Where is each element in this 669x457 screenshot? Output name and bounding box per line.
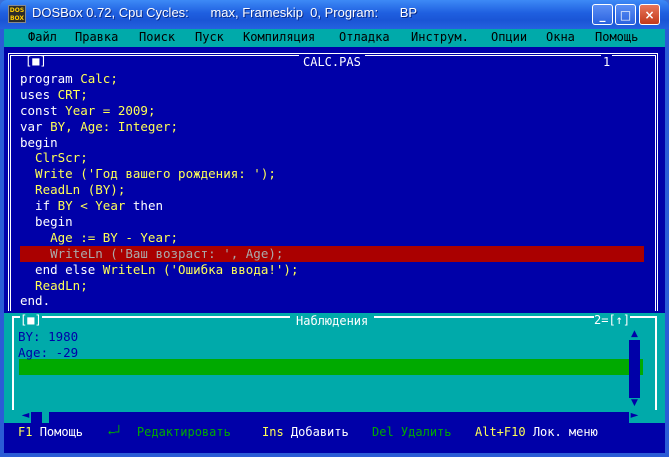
code-line[interactable]: var BY, Age: Integer; <box>20 119 650 135</box>
code-line[interactable]: ClrScr; <box>20 150 650 166</box>
code-line[interactable]: ReadLn; <box>20 278 650 294</box>
dosbox-app-icon[interactable]: DOS BOX <box>8 5 26 23</box>
menu-window[interactable]: Окна <box>546 30 575 44</box>
dos-screen: Файл Правка Поиск Пуск Компиляция Отладк… <box>4 29 665 453</box>
minimize-button[interactable]: _ <box>592 4 613 25</box>
watch-list[interactable]: BY: 1980 Age: -29 <box>12 329 642 361</box>
watches-close-box[interactable]: [■] <box>20 313 42 327</box>
editor-filename: CALC.PAS <box>299 55 365 69</box>
code-line[interactable]: if BY < Year then <box>20 198 650 214</box>
status-hotkey-local-menu[interactable]: Alt+F10 Лок. меню <box>475 425 598 439</box>
maximize-button[interactable]: □ <box>615 4 636 25</box>
status-line: F1 Помощь ←┘ Редактировать Ins Добавить … <box>4 423 665 441</box>
watch-horizontal-scrollbar[interactable] <box>31 412 637 423</box>
status-hotkey-edit: ←┘ Редактировать <box>108 425 231 439</box>
code-area[interactable]: program Calc; uses CRT; const Year = 200… <box>20 71 650 309</box>
code-line[interactable]: begin <box>20 135 650 151</box>
code-line[interactable]: Write ('Год вашего рождения: '); <box>20 166 650 182</box>
code-line[interactable]: uses CRT; <box>20 87 650 103</box>
menu-help[interactable]: Помощь <box>595 30 638 44</box>
menu-debug[interactable]: Отладка <box>339 30 390 44</box>
watch-item[interactable]: Age: -29 <box>12 345 642 361</box>
watches-title: Наблюдения <box>290 314 375 328</box>
close-button[interactable]: × <box>639 4 660 25</box>
editor-close-box[interactable]: [■] <box>25 54 47 68</box>
menu-compile[interactable]: Компиляция <box>243 30 315 44</box>
scroll-down-arrow-icon[interactable]: ▼ <box>629 398 640 409</box>
status-hotkey-delete: Del Удалить <box>372 425 452 439</box>
scroll-thumb[interactable] <box>42 412 49 423</box>
editor-window[interactable]: [■] CALC.PAS 1 program Calc; uses CRT; c… <box>4 47 665 313</box>
window-title: DOSBox 0.72, Cpu Cycles: max, Frameskip … <box>32 5 418 20</box>
menu-file[interactable]: Файл <box>28 30 57 44</box>
scroll-left-arrow-icon[interactable]: ◄ <box>20 409 31 423</box>
watch-item[interactable]: BY: 1980 <box>12 329 642 345</box>
menu-edit[interactable]: Правка <box>75 30 118 44</box>
menu-options[interactable]: Опции <box>491 30 527 44</box>
editor-window-number: 1 <box>601 55 613 69</box>
status-hotkey-help[interactable]: F1 Помощь <box>18 425 83 439</box>
status-hotkey-insert[interactable]: Ins Добавить <box>262 425 349 439</box>
dosbox-window: DOS BOX DOSBox 0.72, Cpu Cycles: max, Fr… <box>0 0 669 457</box>
menu-run[interactable]: Пуск <box>195 30 224 44</box>
watch-vertical-scrollbar[interactable] <box>629 329 640 409</box>
scroll-up-arrow-icon[interactable]: ▲ <box>629 329 640 340</box>
code-line-breakpoint[interactable]: WriteLn ('Ваш возраст: ', Age); <box>20 245 644 262</box>
ide-menu-bar: Файл Правка Поиск Пуск Компиляция Отладк… <box>4 29 665 47</box>
watches-window[interactable]: [■] Наблюдения 2=[↑] BY: 1980 Age: -29 ▲… <box>4 313 665 423</box>
title-bar[interactable]: DOS BOX DOSBox 0.72, Cpu Cycles: max, Fr… <box>0 0 669 29</box>
watch-selection-bar <box>19 359 643 375</box>
code-line[interactable]: ReadLn (BY); <box>20 182 650 198</box>
code-line[interactable]: program Calc; <box>20 71 650 87</box>
screen-bottom <box>4 441 665 453</box>
code-line[interactable]: end. <box>20 293 650 309</box>
code-line[interactable]: end else WriteLn ('Ошибка ввода!'); <box>20 262 650 278</box>
watches-window-controls[interactable]: 2=[↑] <box>594 313 631 327</box>
menu-search[interactable]: Поиск <box>139 30 175 44</box>
code-line[interactable]: const Year = 2009; <box>20 103 650 119</box>
code-line[interactable]: Age := BY - Year; <box>20 230 650 246</box>
scroll-right-arrow-icon[interactable]: ► <box>629 409 640 423</box>
menu-tools[interactable]: Инструм. <box>411 30 469 44</box>
code-line[interactable]: begin <box>20 214 650 230</box>
